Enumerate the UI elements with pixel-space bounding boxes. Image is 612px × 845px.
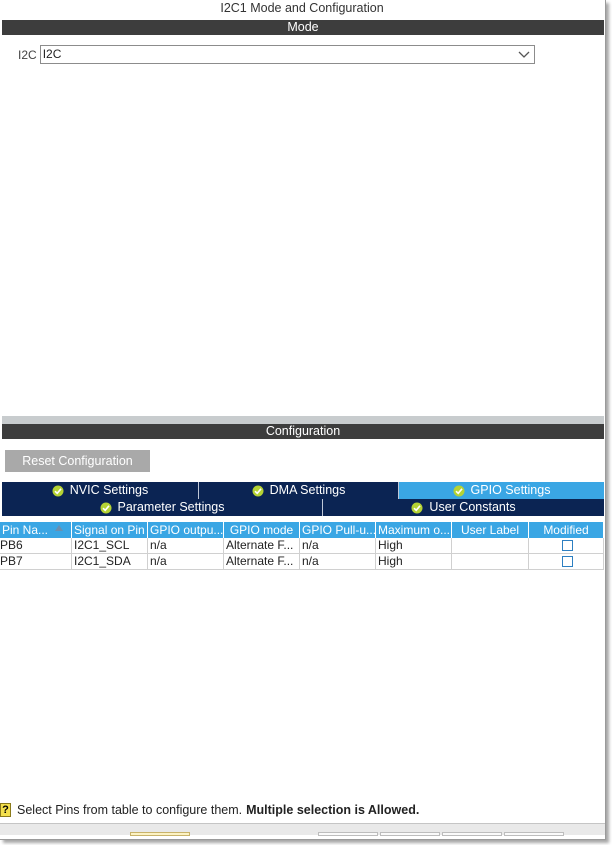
column-header-user-label[interactable]: User Label — [452, 522, 529, 538]
status-segment — [130, 832, 190, 836]
status-segment — [442, 832, 502, 836]
tab-label: GPIO Settings — [470, 483, 551, 497]
status-segment — [318, 832, 378, 836]
chevron-down-icon — [518, 51, 530, 58]
cell-signal: I2C1_SDA — [72, 554, 148, 570]
hint-text: Select Pins from table to configure them… — [17, 803, 243, 817]
cell-user-label[interactable] — [452, 554, 529, 570]
mode-row: I2C I2C — [18, 45, 535, 64]
cell-maximum-output: High — [376, 538, 452, 554]
tab-dma-settings[interactable]: DMA Settings — [199, 482, 399, 499]
mode-section-header: Mode — [2, 20, 604, 35]
status-segment — [380, 832, 440, 836]
configuration-section-header: Configuration — [2, 424, 604, 439]
tab-nvic-settings[interactable]: NVIC Settings — [2, 482, 199, 499]
cell-modified — [529, 538, 604, 554]
configuration-window: I2C1 Mode and Configuration Mode I2C I2C… — [0, 0, 606, 840]
check-circle-icon — [52, 485, 64, 496]
status-segment — [504, 832, 564, 836]
column-header-gpio-output[interactable]: GPIO outpu... — [148, 522, 224, 538]
help-icon: ? — [0, 803, 11, 817]
bottom-status-strip — [0, 823, 605, 836]
cell-gpio-output: n/a — [148, 538, 224, 554]
gpio-pin-table: Pin Na... Signal on Pin GPIO outpu... GP… — [0, 522, 604, 570]
hint-bold-text: Multiple selection is Allowed. — [246, 803, 420, 817]
table-row[interactable]: PB6 I2C1_SCL n/a Alternate F... n/a High — [0, 538, 604, 554]
i2c-mode-label: I2C — [18, 47, 37, 62]
check-circle-icon — [453, 485, 465, 496]
cell-signal: I2C1_SCL — [72, 538, 148, 554]
cell-gpio-output: n/a — [148, 554, 224, 570]
check-circle-icon — [252, 485, 264, 496]
window-title: I2C1 Mode and Configuration — [220, 1, 384, 15]
check-circle-icon — [100, 502, 111, 513]
tab-user-constants[interactable]: User Constants — [323, 499, 604, 516]
cell-gpio-pull: n/a — [300, 554, 376, 570]
panel-splitter[interactable] — [2, 416, 604, 424]
reset-configuration-button[interactable]: Reset Configuration — [5, 450, 150, 472]
modified-checkbox[interactable] — [561, 540, 573, 551]
tab-parameter-settings[interactable]: Parameter Settings — [2, 499, 323, 516]
table-row[interactable]: PB7 I2C1_SDA n/a Alternate F... n/a High — [0, 554, 604, 570]
i2c-mode-select-value: I2C — [42, 47, 62, 61]
column-header-modified[interactable]: Modified — [529, 522, 604, 538]
cell-gpio-pull: n/a — [300, 538, 376, 554]
tab-gpio-settings[interactable]: GPIO Settings — [399, 482, 604, 499]
cell-user-label[interactable] — [452, 538, 529, 554]
cell-modified — [529, 554, 604, 570]
cell-gpio-mode: Alternate F... — [224, 538, 300, 554]
sort-ascending-icon — [55, 525, 63, 531]
cell-pin-name: PB6 — [0, 538, 72, 554]
column-header-gpio-mode[interactable]: GPIO mode — [224, 522, 300, 538]
cell-gpio-mode: Alternate F... — [224, 554, 300, 570]
tab-label: DMA Settings — [269, 483, 346, 497]
tab-label: Parameter Settings — [117, 500, 225, 514]
selection-hint: ? Select Pins from table to configure th… — [0, 802, 419, 818]
check-circle-icon — [411, 502, 423, 513]
column-header-gpio-pull[interactable]: GPIO Pull-u... — [300, 522, 376, 538]
tab-label: User Constants — [429, 500, 516, 514]
tab-label: NVIC Settings — [69, 483, 149, 497]
cell-pin-name: PB7 — [0, 554, 72, 570]
table-header-row: Pin Na... Signal on Pin GPIO outpu... GP… — [0, 522, 604, 538]
settings-tabs-row-2: Parameter Settings User Constants — [2, 499, 604, 516]
modified-checkbox[interactable] — [561, 556, 573, 567]
settings-tabs-row-1: NVIC Settings DMA Settings GPIO Settings — [2, 482, 604, 499]
i2c-mode-select[interactable]: I2C — [39, 45, 535, 64]
column-header-maximum-output[interactable]: Maximum o... — [376, 522, 452, 538]
column-header-signal[interactable]: Signal on Pin — [72, 522, 148, 538]
cell-maximum-output: High — [376, 554, 452, 570]
